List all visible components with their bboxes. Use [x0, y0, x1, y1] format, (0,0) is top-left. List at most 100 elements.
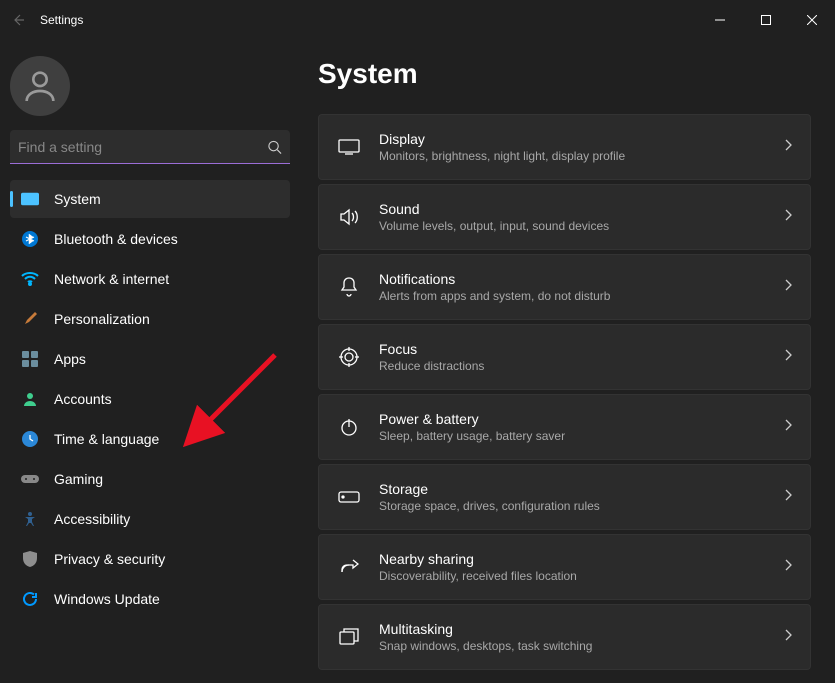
card-text: Power & battery Sleep, battery usage, ba…	[379, 411, 766, 443]
back-button[interactable]	[8, 10, 28, 30]
sidebar-item-accounts[interactable]: Accounts	[10, 380, 290, 418]
bell-icon	[337, 275, 361, 299]
card-nearby-sharing[interactable]: Nearby sharing Discoverability, received…	[318, 534, 811, 600]
sidebar-item-label: Personalization	[54, 311, 150, 327]
back-arrow-icon	[10, 12, 26, 28]
sidebar-item-label: Privacy & security	[54, 551, 165, 567]
card-subtitle: Alerts from apps and system, do not dist…	[379, 289, 766, 303]
card-title: Nearby sharing	[379, 551, 766, 567]
titlebar-left: Settings	[8, 10, 83, 30]
card-text: Sound Volume levels, output, input, soun…	[379, 201, 766, 233]
sidebar-item-windows-update[interactable]: Windows Update	[10, 580, 290, 618]
maximize-button[interactable]	[743, 4, 789, 36]
sound-icon	[337, 205, 361, 229]
sidebar-item-label: Accessibility	[54, 511, 130, 527]
sidebar-item-accessibility[interactable]: Accessibility	[10, 500, 290, 538]
sidebar-item-label: System	[54, 191, 101, 207]
sidebar-item-label: Gaming	[54, 471, 103, 487]
card-power-battery[interactable]: Power & battery Sleep, battery usage, ba…	[318, 394, 811, 460]
share-icon	[337, 555, 361, 579]
card-multitasking[interactable]: Multitasking Snap windows, desktops, tas…	[318, 604, 811, 670]
sidebar-item-apps[interactable]: Apps	[10, 340, 290, 378]
brush-icon	[20, 309, 40, 329]
card-title: Notifications	[379, 271, 766, 287]
person-icon	[20, 66, 60, 106]
avatar	[10, 56, 70, 116]
sidebar-item-gaming[interactable]: Gaming	[10, 460, 290, 498]
card-text: Multitasking Snap windows, desktops, tas…	[379, 621, 766, 653]
sidebar-item-personalization[interactable]: Personalization	[10, 300, 290, 338]
sidebar-item-label: Bluetooth & devices	[54, 231, 178, 247]
shield-icon	[20, 549, 40, 569]
user-area[interactable]	[10, 56, 290, 130]
card-title: Multitasking	[379, 621, 766, 637]
card-text: Notifications Alerts from apps and syste…	[379, 271, 766, 303]
card-subtitle: Storage space, drives, configuration rul…	[379, 499, 766, 513]
chevron-right-icon	[784, 138, 792, 156]
sidebar-item-label: Network & internet	[54, 271, 169, 287]
card-subtitle: Sleep, battery usage, battery saver	[379, 429, 766, 443]
sidebar-item-bluetooth-devices[interactable]: Bluetooth & devices	[10, 220, 290, 258]
card-title: Display	[379, 131, 766, 147]
clock-globe-icon	[20, 429, 40, 449]
minimize-button[interactable]	[697, 4, 743, 36]
chevron-right-icon	[784, 488, 792, 506]
chevron-right-icon	[784, 558, 792, 576]
sidebar-item-time-language[interactable]: Time & language	[10, 420, 290, 458]
titlebar: Settings	[0, 0, 835, 40]
card-title: Storage	[379, 481, 766, 497]
multitask-icon	[337, 625, 361, 649]
display-icon	[337, 135, 361, 159]
minimize-icon	[715, 15, 725, 25]
card-text: Display Monitors, brightness, night ligh…	[379, 131, 766, 163]
card-notifications[interactable]: Notifications Alerts from apps and syste…	[318, 254, 811, 320]
accounts-icon	[20, 389, 40, 409]
window-title: Settings	[40, 13, 83, 27]
accessibility-icon	[20, 509, 40, 529]
chevron-right-icon	[784, 348, 792, 366]
search-box	[10, 130, 290, 164]
content-area: System Display Monitors, brightness, nig…	[300, 40, 835, 683]
chevron-right-icon	[784, 628, 792, 646]
search-input[interactable]	[10, 130, 290, 164]
sidebar-item-network-internet[interactable]: Network & internet	[10, 260, 290, 298]
card-text: Storage Storage space, drives, configura…	[379, 481, 766, 513]
wifi-icon	[20, 269, 40, 289]
card-subtitle: Volume levels, output, input, sound devi…	[379, 219, 766, 233]
card-title: Sound	[379, 201, 766, 217]
sidebar-item-privacy-security[interactable]: Privacy & security	[10, 540, 290, 578]
card-subtitle: Monitors, brightness, night light, displ…	[379, 149, 766, 163]
sidebar-item-label: Windows Update	[54, 591, 160, 607]
focus-icon	[337, 345, 361, 369]
nav-list: System Bluetooth & devices Network & int…	[10, 180, 290, 618]
card-subtitle: Discoverability, received files location	[379, 569, 766, 583]
settings-card-list: Display Monitors, brightness, night ligh…	[318, 114, 811, 670]
card-sound[interactable]: Sound Volume levels, output, input, soun…	[318, 184, 811, 250]
close-button[interactable]	[789, 4, 835, 36]
card-text: Nearby sharing Discoverability, received…	[379, 551, 766, 583]
sidebar-item-system[interactable]: System	[10, 180, 290, 218]
close-icon	[807, 15, 817, 25]
maximize-icon	[761, 15, 771, 25]
chevron-right-icon	[784, 208, 792, 226]
card-title: Focus	[379, 341, 766, 357]
chevron-right-icon	[784, 278, 792, 296]
update-icon	[20, 589, 40, 609]
sidebar-item-label: Apps	[54, 351, 86, 367]
gamepad-icon	[20, 469, 40, 489]
sidebar-item-label: Time & language	[54, 431, 159, 447]
card-title: Power & battery	[379, 411, 766, 427]
page-title: System	[318, 58, 811, 90]
sidebar-item-label: Accounts	[54, 391, 112, 407]
apps-icon	[20, 349, 40, 369]
card-text: Focus Reduce distractions	[379, 341, 766, 373]
storage-icon	[337, 485, 361, 509]
search-icon	[267, 140, 282, 155]
card-focus[interactable]: Focus Reduce distractions	[318, 324, 811, 390]
card-storage[interactable]: Storage Storage space, drives, configura…	[318, 464, 811, 530]
card-subtitle: Snap windows, desktops, task switching	[379, 639, 766, 653]
window-controls	[697, 4, 835, 36]
system-icon	[20, 189, 40, 209]
card-display[interactable]: Display Monitors, brightness, night ligh…	[318, 114, 811, 180]
chevron-right-icon	[784, 418, 792, 436]
